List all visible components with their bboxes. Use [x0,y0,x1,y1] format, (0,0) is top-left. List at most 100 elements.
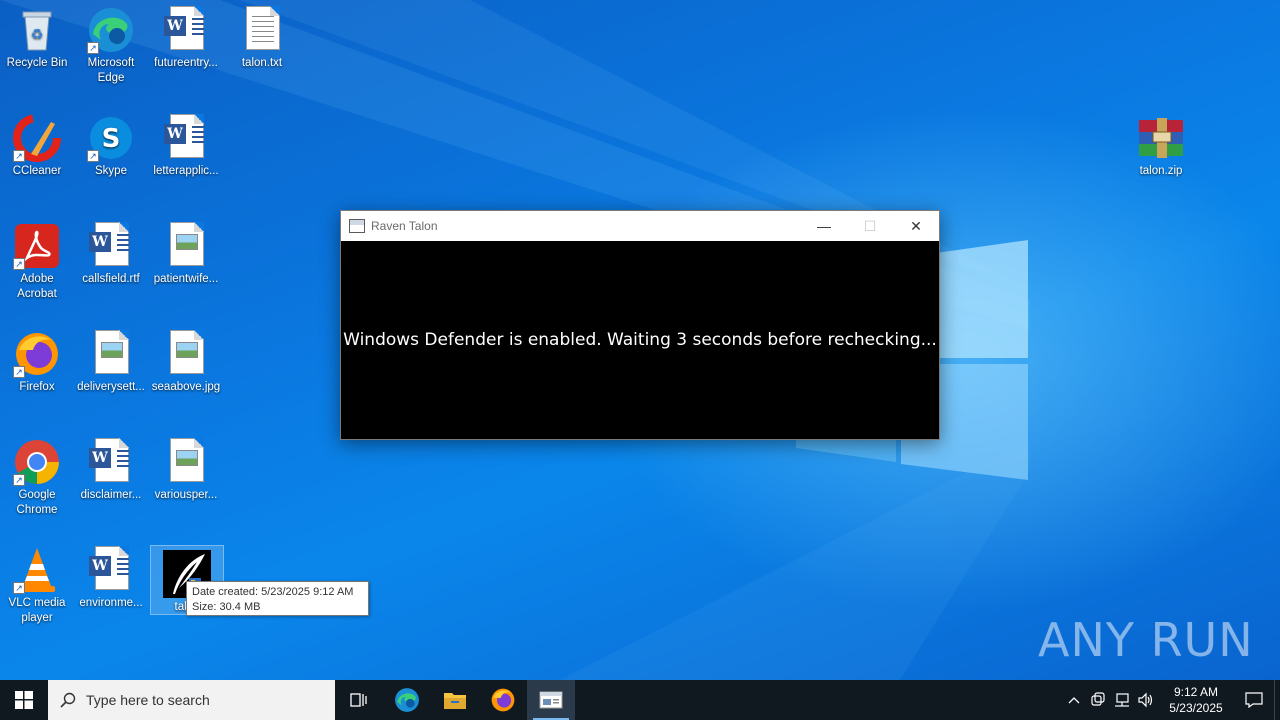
desktop-icon-variousper[interactable]: variousper... [148,434,224,503]
icon-label: environme... [79,597,143,609]
notifications-icon[interactable] [1234,680,1274,720]
shortcut-arrow-icon: ↗ [87,150,99,162]
word-document-icon: W [87,438,135,486]
image-file-icon [87,330,135,378]
icon-label: VLC media player [8,597,66,624]
desktop-icon-firefox[interactable]: ↗ Firefox [0,326,75,395]
network-icon[interactable] [1110,680,1134,720]
word-document-icon: W [87,222,135,270]
console-window-icon [539,691,563,709]
desktop-icon-vlc[interactable]: ↗ VLC media player [0,542,75,626]
icon-label: futureentry... [154,57,218,69]
close-button[interactable]: ✕ [893,211,939,241]
icon-label: CCleaner [12,165,62,177]
shortcut-arrow-icon: ↗ [13,474,25,486]
taskbar-file-explorer-button[interactable] [431,680,479,720]
icon-label: patientwife... [153,273,219,285]
taskbar-raven-talon-button[interactable] [527,680,575,720]
desktop-icon-callsfield[interactable]: W callsfield.rtf [73,218,149,287]
icon-label: talon.zip [1139,165,1183,177]
recycle-bin-icon: ♻ [13,6,61,54]
firefox-icon [491,688,515,712]
chrome-icon: ↗ [13,438,61,486]
windows-start-icon [15,691,33,709]
anyrun-watermark: ANY RUN [1038,608,1254,672]
show-desktop-button[interactable] [1274,680,1280,720]
svg-text:♻: ♻ [31,26,44,42]
desktop-icon-deliverysett[interactable]: deliverysett... [73,326,149,395]
minimize-button[interactable]: — [801,211,847,241]
icon-label: variousper... [154,489,218,501]
clock-date: 5/23/2025 [1169,701,1223,715]
file-tooltip: Date created: 5/23/2025 9:12 AM Size: 30… [186,581,369,616]
window-title: Raven Talon [371,219,438,233]
task-view-icon [350,693,367,707]
chevron-up-icon[interactable] [1062,680,1086,720]
shortcut-arrow-icon: ↗ [13,582,25,594]
icon-label: Google Chrome [16,489,58,516]
image-file-icon [162,438,210,486]
task-view-button[interactable] [335,680,383,720]
vlc-cone-icon: ↗ [13,546,61,594]
icon-label: Microsoft Edge [87,57,135,84]
word-document-icon: W [162,6,210,54]
desktop-icon-seaabove[interactable]: seaabove.jpg [148,326,224,395]
word-document-icon: W [87,546,135,594]
folder-icon [444,693,466,709]
console-output: Windows Defender is enabled. Waiting 3 s… [341,241,939,440]
raven-talon-window[interactable]: Raven Talon — ☐ ✕ Windows Defender is en… [340,210,940,440]
skype-icon: S ↗ [87,114,135,162]
desktop-icon-google-chrome[interactable]: ↗ Google Chrome [0,434,75,518]
image-file-icon [162,330,210,378]
clock-time: 9:12 AM [1173,685,1219,699]
edge-icon: ↗ [87,6,135,54]
taskbar-search-box[interactable]: Type here to search [48,680,335,720]
taskbar-edge-button[interactable] [383,680,431,720]
desktop-icon-microsoft-edge[interactable]: ↗ Microsoft Edge [73,2,149,86]
desktop-icon-recycle-bin[interactable]: ♻ Recycle Bin [0,2,75,71]
desktop-icon-letterapplic[interactable]: W letterapplic... [148,110,224,179]
taskbar-firefox-button[interactable] [479,680,527,720]
edge-icon [395,688,419,712]
meet-now-icon[interactable] [1086,680,1110,720]
shortcut-arrow-icon: ↗ [13,366,25,378]
image-file-icon [162,222,210,270]
watermark-text: ANY RUN [1038,613,1254,667]
desktop-icon-futureentry[interactable]: W futureentry... [148,2,224,71]
icon-label: disclaimer... [80,489,142,501]
adobe-acrobat-icon: ↗ [13,222,61,270]
desktop-icon-disclaimer[interactable]: W disclaimer... [73,434,149,503]
icon-label: talon.txt [241,57,283,69]
icon-label: Recycle Bin [6,57,68,69]
icon-label: Adobe Acrobat [17,273,57,300]
desktop-icon-environme[interactable]: W environme... [73,542,149,611]
icon-label: Skype [95,165,127,177]
icon-label: letterapplic... [153,165,219,177]
desktop-icon-talon-zip[interactable]: talon.zip [1123,110,1199,179]
console-app-icon [349,219,365,233]
tooltip-date-created: Date created: 5/23/2025 9:12 AM [192,586,354,598]
window-titlebar[interactable]: Raven Talon — ☐ ✕ [341,211,939,241]
start-button[interactable] [0,680,48,720]
maximize-button[interactable]: ☐ [847,211,893,241]
desktop-icon-skype[interactable]: S ↗ Skype [73,110,149,179]
taskbar-clock[interactable]: 9:12 AM 5/23/2025 [1158,684,1234,716]
console-message: Windows Defender is enabled. Waiting 3 s… [343,329,937,350]
tooltip-size: Size: 30.4 MB [192,601,261,613]
shortcut-arrow-icon: ↗ [87,42,99,54]
search-icon [60,692,76,708]
taskbar: Type here to search 9:12 AM 5/23/2025 [0,680,1280,720]
desktop-icon-patientwife[interactable]: patientwife... [148,218,224,287]
ccleaner-icon: ↗ [13,114,61,162]
desktop-icon-adobe-acrobat[interactable]: ↗ Adobe Acrobat [0,218,75,302]
icon-label: deliverysett... [77,381,145,393]
icon-label: Firefox [19,381,55,393]
shortcut-arrow-icon: ↗ [13,150,25,162]
desktop-icon-talon-txt[interactable]: talon.txt [224,2,300,71]
shortcut-arrow-icon: ↗ [13,258,25,270]
volume-icon[interactable] [1134,680,1158,720]
desktop-icon-ccleaner[interactable]: ↗ CCleaner [0,110,75,179]
winrar-archive-icon [1137,114,1185,162]
word-document-icon: W [162,114,210,162]
text-file-icon [238,6,286,54]
